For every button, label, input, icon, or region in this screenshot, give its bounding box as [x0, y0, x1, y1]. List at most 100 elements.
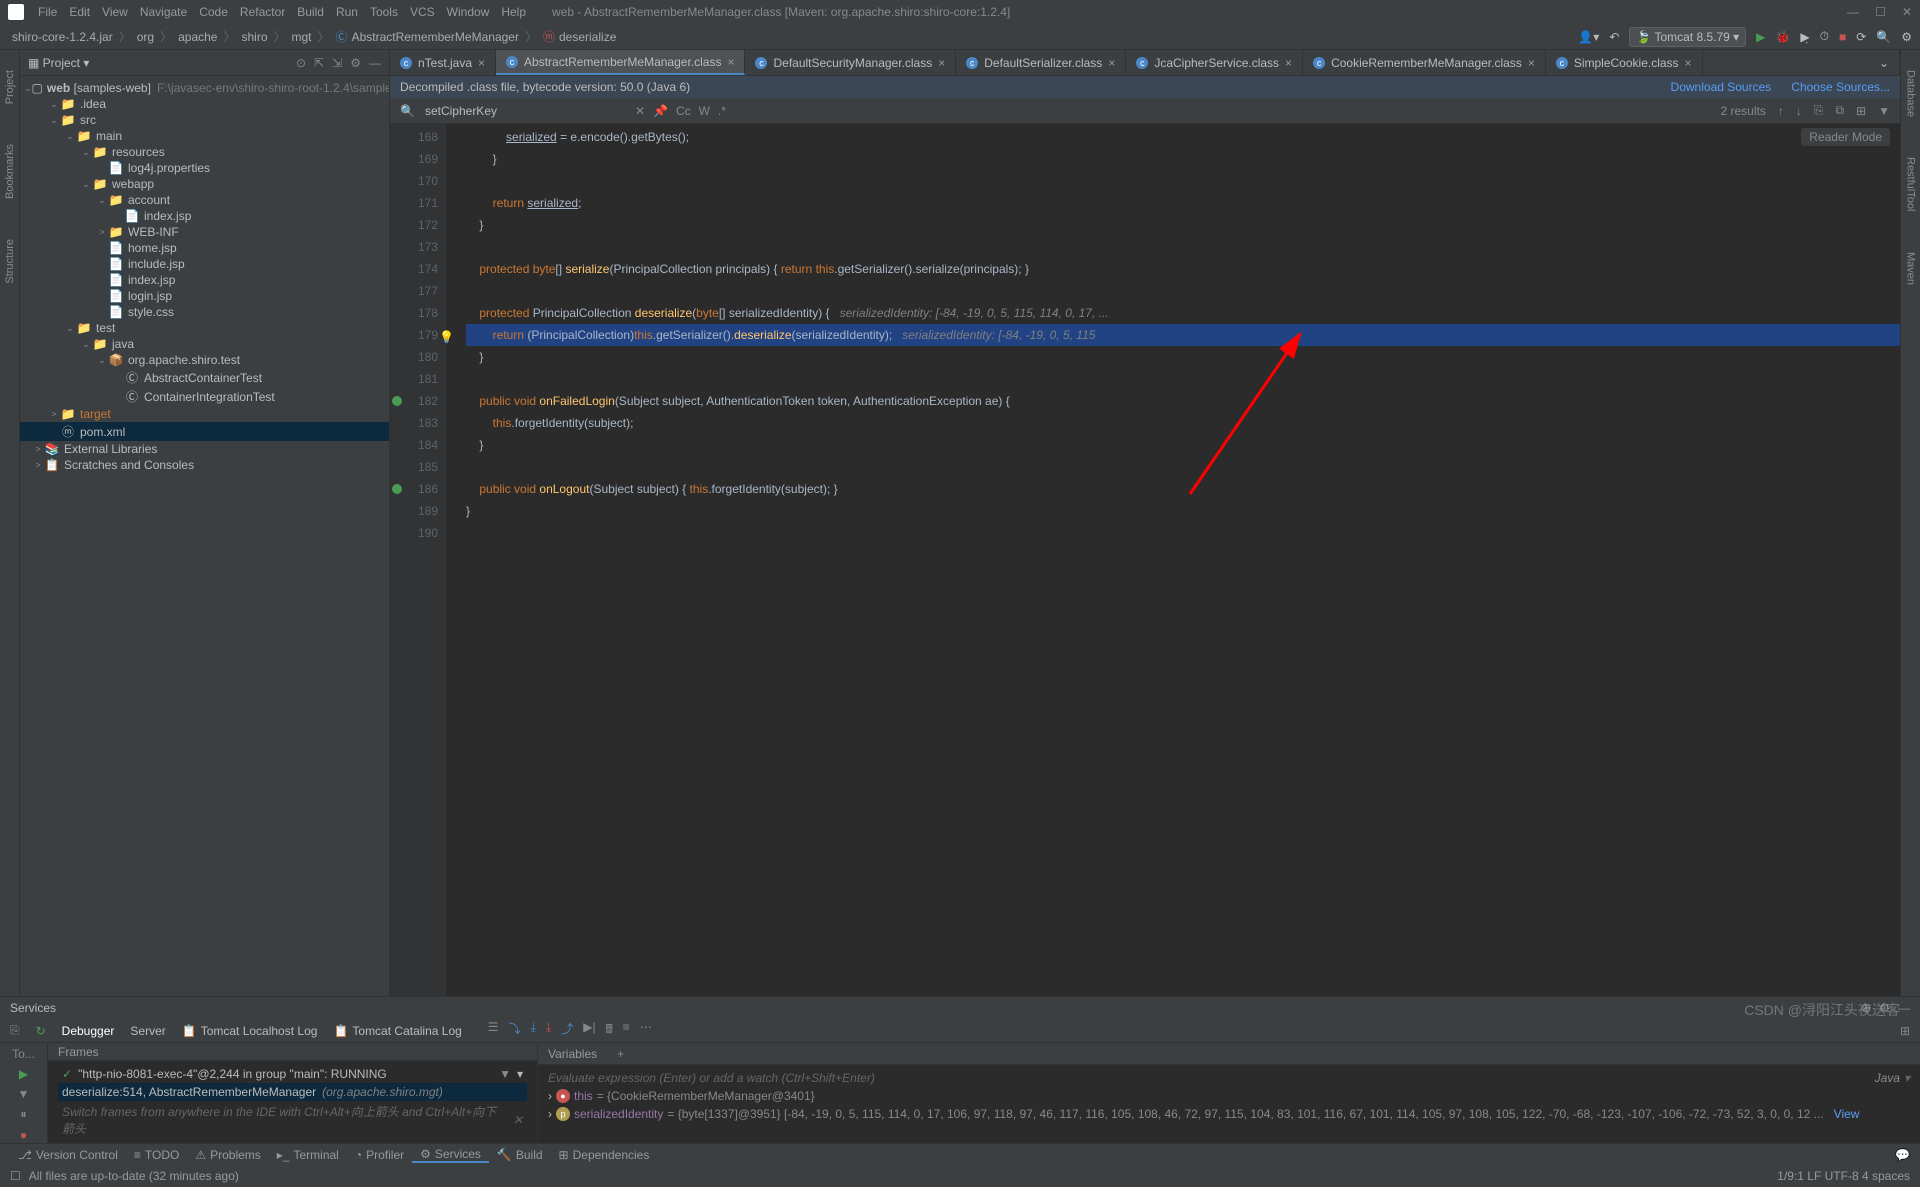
- menu-tools[interactable]: Tools: [364, 5, 404, 19]
- build-tool[interactable]: 🔨 Build: [489, 1148, 551, 1162]
- editor-tab[interactable]: cJcaCipherService.class×: [1126, 50, 1303, 75]
- catalina-log-tab[interactable]: 📋 Tomcat Catalina Log: [333, 1024, 461, 1038]
- tree-item[interactable]: ⌄📁account: [20, 192, 389, 208]
- pin-icon[interactable]: 📌: [653, 104, 668, 118]
- variable-row[interactable]: ›● this = {CookieRememberMeManager@3401}: [548, 1087, 1910, 1105]
- word-icon[interactable]: W: [699, 104, 710, 118]
- tree-item[interactable]: ⌄📁.idea: [20, 96, 389, 112]
- settings-icon[interactable]: ⚙: [1901, 30, 1912, 44]
- structure-tool-button[interactable]: Structure: [4, 239, 16, 284]
- breadcrumb[interactable]: apache: [174, 30, 221, 44]
- menu-navigate[interactable]: Navigate: [134, 5, 193, 19]
- tree-item[interactable]: >📁target: [20, 406, 389, 422]
- tree-item[interactable]: >📋Scratches and Consoles: [20, 457, 389, 473]
- run-to-cursor-icon[interactable]: ▶|: [583, 1020, 595, 1041]
- coverage-icon[interactable]: ▶̣: [1800, 30, 1809, 44]
- threads-icon[interactable]: ⎘: [10, 1023, 20, 1038]
- debug-button[interactable]: 🐞: [1775, 30, 1790, 44]
- regex-icon[interactable]: .*: [718, 104, 726, 118]
- menu-vcs[interactable]: VCS: [404, 5, 441, 19]
- menu-build[interactable]: Build: [291, 5, 330, 19]
- editor-tab[interactable]: cAbstractRememberMeManager.class×: [496, 50, 745, 75]
- tree-item[interactable]: 📄login.jsp: [20, 288, 389, 304]
- close-icon[interactable]: ✕: [1902, 5, 1912, 19]
- tree-item[interactable]: ⓜpom.xml: [20, 422, 389, 441]
- collapse-all-icon[interactable]: ⇲: [332, 56, 342, 70]
- todo-tool[interactable]: ≡ TODO: [126, 1148, 187, 1162]
- search-everywhere-icon[interactable]: 🔍: [1876, 30, 1891, 44]
- tree-item[interactable]: ⒸAbstractContainerTest: [20, 368, 389, 387]
- menu-window[interactable]: Window: [441, 5, 496, 19]
- tree-item[interactable]: >📚External Libraries: [20, 441, 389, 457]
- add-selection-icon[interactable]: ⊞: [1856, 104, 1866, 118]
- tree-item[interactable]: ⌄📁webapp: [20, 176, 389, 192]
- force-step-icon[interactable]: ⤓: [546, 1020, 551, 1041]
- run-config-selector[interactable]: 🍃 Tomcat 8.5.79 ▾: [1629, 27, 1746, 47]
- tomcat-label[interactable]: To...: [12, 1047, 35, 1061]
- editor-tab[interactable]: cCookieRememberMeManager.class×: [1303, 50, 1546, 75]
- hide-icon[interactable]: —: [369, 56, 381, 70]
- stop-button[interactable]: ■: [1839, 30, 1846, 44]
- tree-item[interactable]: ⌄📁resources: [20, 144, 389, 160]
- editor-tab[interactable]: cDefaultSecurityManager.class×: [745, 50, 956, 75]
- git-update-icon[interactable]: ⟳: [1856, 30, 1866, 44]
- maven-tool-button[interactable]: Maven: [1905, 252, 1917, 285]
- evaluate-icon[interactable]: 🖩: [606, 1020, 613, 1041]
- breadcrumb[interactable]: org: [133, 30, 158, 44]
- code-editor[interactable]: Reader Mode 168169170171172173174177178💡…: [390, 124, 1900, 996]
- tree-item[interactable]: 📄include.jsp: [20, 256, 389, 272]
- evaluate-input[interactable]: Evaluate expression (Enter) or add a wat…: [548, 1069, 1910, 1087]
- filter-icon[interactable]: ▼: [1878, 104, 1890, 118]
- step-into-icon[interactable]: ⤓: [531, 1020, 536, 1041]
- trace-icon[interactable]: ≡: [623, 1020, 630, 1041]
- next-icon[interactable]: ↓: [1796, 104, 1802, 118]
- add-watch-icon[interactable]: +: [617, 1047, 624, 1061]
- next-icon[interactable]: ▼: [18, 1087, 30, 1101]
- more-tabs-icon[interactable]: ⌄: [1869, 50, 1900, 75]
- version-control-tool[interactable]: ⎇ Version Control: [10, 1148, 126, 1162]
- project-tree[interactable]: ⌄▢ web [samples-web] F:\javasec-env\shir…: [20, 76, 389, 996]
- search-input[interactable]: [425, 104, 625, 118]
- view-link[interactable]: View: [1834, 1107, 1860, 1121]
- tree-item[interactable]: 📄log4j.properties: [20, 160, 389, 176]
- more-icon[interactable]: ⋯: [640, 1020, 652, 1041]
- tree-root[interactable]: ⌄▢ web [samples-web] F:\javasec-env\shir…: [20, 80, 389, 96]
- choose-sources-link[interactable]: Choose Sources...: [1791, 80, 1890, 94]
- tree-item[interactable]: 📄style.css: [20, 304, 389, 320]
- locate-icon[interactable]: ⊙: [296, 56, 306, 70]
- event-log-icon[interactable]: 💬: [1895, 1148, 1910, 1162]
- menu-view[interactable]: View: [96, 5, 134, 19]
- breadcrumb[interactable]: shiro: [237, 30, 271, 44]
- server-tab[interactable]: Server: [130, 1024, 165, 1038]
- breadcrumb[interactable]: ⓜ deserialize: [539, 28, 620, 45]
- frame-row[interactable]: deserialize:514, AbstractRememberMeManag…: [58, 1083, 527, 1101]
- tree-item[interactable]: 📄index.jsp: [20, 208, 389, 224]
- tree-item[interactable]: ⌄📁src: [20, 112, 389, 128]
- editor-tab[interactable]: cnTest.java×: [390, 50, 496, 75]
- resume-icon[interactable]: ▶: [19, 1067, 28, 1081]
- gear-icon[interactable]: ⚙: [350, 56, 361, 70]
- database-tool-button[interactable]: Database: [1905, 70, 1917, 117]
- prev-icon[interactable]: ↑: [1778, 104, 1784, 118]
- menu-run[interactable]: Run: [330, 5, 364, 19]
- variable-row[interactable]: ›p serializedIdentity = {byte[1337]@3951…: [548, 1105, 1910, 1123]
- select-all-icon[interactable]: ⎘: [1814, 103, 1824, 118]
- dependencies-tool[interactable]: ⊞ Dependencies: [551, 1148, 658, 1162]
- expand-all-icon[interactable]: ⇱: [314, 56, 324, 70]
- menu-refactor[interactable]: Refactor: [234, 5, 291, 19]
- pause-icon[interactable]: ⏸: [20, 1107, 26, 1122]
- minimize-icon[interactable]: —: [1847, 5, 1859, 19]
- tree-item[interactable]: ⌄📁main: [20, 128, 389, 144]
- close-hint-icon[interactable]: ✕: [513, 1113, 523, 1127]
- editor-tab[interactable]: cDefaultSerializer.class×: [956, 50, 1126, 75]
- maximize-icon[interactable]: ☐: [1875, 5, 1886, 19]
- bookmarks-tool-button[interactable]: Bookmarks: [4, 144, 16, 199]
- profile-icon[interactable]: ⏱: [1820, 29, 1829, 44]
- tree-item[interactable]: 📄home.jsp: [20, 240, 389, 256]
- tree-item[interactable]: 📄index.jsp: [20, 272, 389, 288]
- run-button[interactable]: ▶: [1756, 30, 1765, 44]
- prev-occurrence-icon[interactable]: ✕: [635, 104, 645, 118]
- case-icon[interactable]: Cc: [676, 104, 691, 118]
- menu-edit[interactable]: Edit: [63, 5, 96, 19]
- new-window-icon[interactable]: ⧉: [1835, 103, 1844, 118]
